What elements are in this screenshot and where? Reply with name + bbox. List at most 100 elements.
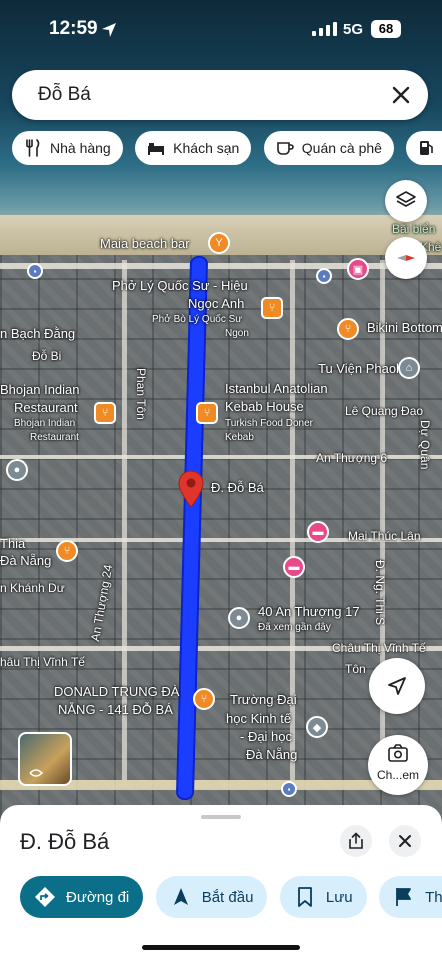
bar-icon[interactable]: Y xyxy=(208,232,230,254)
shopping-icon[interactable]: ▣ xyxy=(347,258,369,280)
map-label[interactable]: Tu Viện Phaolo xyxy=(318,361,406,376)
navigation-arrow-icon xyxy=(173,888,188,905)
bookmark-icon xyxy=(297,887,312,907)
hotel-icon[interactable]: ▬ xyxy=(283,556,305,578)
search-query[interactable]: Đỗ Bá xyxy=(38,84,91,106)
hotel-icon[interactable]: ▬ xyxy=(307,521,329,543)
camera-search-button[interactable]: Ch...em xyxy=(368,735,428,795)
add-label-button[interactable]: Thê xyxy=(379,876,442,918)
map-label[interactable]: Lê Quang Đạo xyxy=(345,404,423,418)
map-label[interactable]: Đã xem gần đây xyxy=(258,622,331,633)
bed-icon xyxy=(148,143,165,155)
location-arrow-icon xyxy=(102,23,116,37)
battery-level: 68 xyxy=(371,20,401,38)
map-label[interactable]: n Bạch Đằng xyxy=(0,326,75,341)
close-sheet-button[interactable] xyxy=(389,825,421,857)
map-label[interactable]: Dự Quân xyxy=(418,420,432,469)
map-label[interactable]: Ngon xyxy=(225,328,249,339)
chip-gas[interactable]: Tr xyxy=(406,131,442,165)
map-label[interactable]: Thia xyxy=(0,536,25,551)
restaurant-icon[interactable]: ⑂ xyxy=(94,402,116,424)
chip-hotels[interactable]: Khách sạn xyxy=(135,131,252,165)
map-label[interactable]: Phở Bò Lý Quốc Sư xyxy=(152,314,242,325)
map-label[interactable]: DONALD TRUNG ĐÀ xyxy=(54,684,179,699)
compass-button[interactable] xyxy=(385,237,427,279)
map-label[interactable]: hâu Thị Vĩnh Tế xyxy=(0,655,85,669)
map-label[interactable]: NẴNG - 141 ĐỖ BÁ xyxy=(58,702,173,717)
map-label[interactable]: Bikini Bottom xyxy=(367,320,442,335)
restaurant-icon[interactable]: ⑂ xyxy=(196,402,218,424)
map-label[interactable]: Đà Nẵng xyxy=(246,747,297,762)
school-icon[interactable]: ◆ xyxy=(306,716,328,738)
map-label[interactable]: Turkish Food Doner xyxy=(225,418,313,429)
home-indicator xyxy=(142,945,300,950)
place-title: Đ. Đỗ Bá xyxy=(20,829,110,854)
bus-stop-icon[interactable]: ▪ xyxy=(316,268,332,284)
recent-place-icon[interactable]: ● xyxy=(6,459,28,481)
add-label-label: Thê xyxy=(425,888,442,906)
recent-place-icon[interactable]: ● xyxy=(228,607,250,629)
restaurant-icon[interactable]: ⑂ xyxy=(337,318,359,340)
map-label[interactable]: Châu Thị Vĩnh Tế xyxy=(332,641,426,655)
place-sheet[interactable]: Đ. Đỗ Bá Đường đi Bắt đầu Lưu Th xyxy=(0,805,442,960)
map-label[interactable]: Đ. Đỗ Bá xyxy=(211,480,264,495)
map-label[interactable]: 40 An Thượng 17 xyxy=(258,604,360,619)
map-label[interactable]: Bhojan Indian xyxy=(14,418,75,429)
map-label[interactable]: Mai Thúc Lân xyxy=(348,529,421,543)
restaurant-icon[interactable]: ⑂ xyxy=(261,297,283,319)
coffee-cup-icon xyxy=(276,142,294,155)
layers-button[interactable] xyxy=(385,180,427,222)
signal-bars-icon xyxy=(312,22,337,36)
map-label[interactable]: Bãi biển xyxy=(392,222,435,236)
restaurant-icon[interactable]: ⑂ xyxy=(193,688,215,710)
map-label[interactable]: Đ. Ng. Thi S xyxy=(373,560,387,625)
chip-restaurants[interactable]: Nhà hàng xyxy=(12,131,123,165)
action-row: Đường đi Bắt đầu Lưu Thê xyxy=(20,876,442,918)
bus-stop-icon[interactable]: ▪ xyxy=(27,263,43,279)
map-label[interactable]: Tôn xyxy=(345,662,366,676)
map-label[interactable]: Restaurant xyxy=(30,432,79,443)
clock: 12:59 xyxy=(49,18,98,39)
my-location-button[interactable] xyxy=(369,658,425,714)
map-label[interactable]: Restaurant xyxy=(14,400,78,415)
map-label[interactable]: Phan Tôn xyxy=(134,368,148,420)
chip-label: Khách sạn xyxy=(173,140,240,156)
map-label[interactable]: Kebab House xyxy=(225,399,304,414)
map-label[interactable]: Ngọc Anh xyxy=(188,296,244,311)
map-label[interactable]: Bhojan Indian xyxy=(0,382,80,397)
map-label[interactable]: Kebab xyxy=(225,432,254,443)
compass-icon xyxy=(397,255,415,261)
save-button[interactable]: Lưu xyxy=(279,876,367,918)
map-label[interactable]: Đà Nẵng xyxy=(0,553,51,568)
map-label[interactable]: Trường Đại xyxy=(230,692,297,707)
close-icon xyxy=(399,835,411,847)
navigation-arrow-icon xyxy=(388,677,406,695)
map-label[interactable]: - Đại học xyxy=(240,729,292,744)
network-type: 5G xyxy=(343,21,364,38)
directions-button[interactable]: Đường đi xyxy=(20,876,144,918)
search-bar[interactable]: Đỗ Bá xyxy=(12,70,428,120)
chip-coffee[interactable]: Quán cà phê xyxy=(263,131,394,165)
church-icon[interactable]: ⌂ xyxy=(398,357,420,379)
drag-handle[interactable] xyxy=(201,815,241,819)
map-label[interactable]: Phở Lý Quốc Sư - Hiệu xyxy=(112,278,248,293)
map-label[interactable]: Maia beach bar xyxy=(100,236,190,251)
restaurant-icon[interactable]: ⑂ xyxy=(56,540,78,562)
map-label[interactable]: n Khánh Dư xyxy=(0,581,65,595)
chip-label: Quán cà phê xyxy=(301,140,382,156)
start-button[interactable]: Bắt đầu xyxy=(155,876,268,918)
flag-icon xyxy=(396,888,411,906)
close-icon[interactable] xyxy=(388,82,414,108)
street-view-thumbnail[interactable] xyxy=(18,732,72,786)
fork-knife-icon xyxy=(26,139,40,157)
location-pin-icon[interactable] xyxy=(177,470,205,508)
status-bar: 12:59 5G 68 xyxy=(0,0,442,60)
map-label[interactable]: Đỗ Bi xyxy=(32,349,61,363)
share-button[interactable] xyxy=(340,825,372,857)
map-label[interactable]: Istanbul Anatolian xyxy=(225,381,328,396)
gas-pump-icon xyxy=(420,141,434,155)
map-label[interactable]: An Thượng 6 xyxy=(316,451,387,465)
directions-icon xyxy=(35,887,55,907)
bus-stop-icon[interactable]: ▪ xyxy=(281,781,297,797)
map-label[interactable]: học Kinh tế xyxy=(226,711,291,726)
